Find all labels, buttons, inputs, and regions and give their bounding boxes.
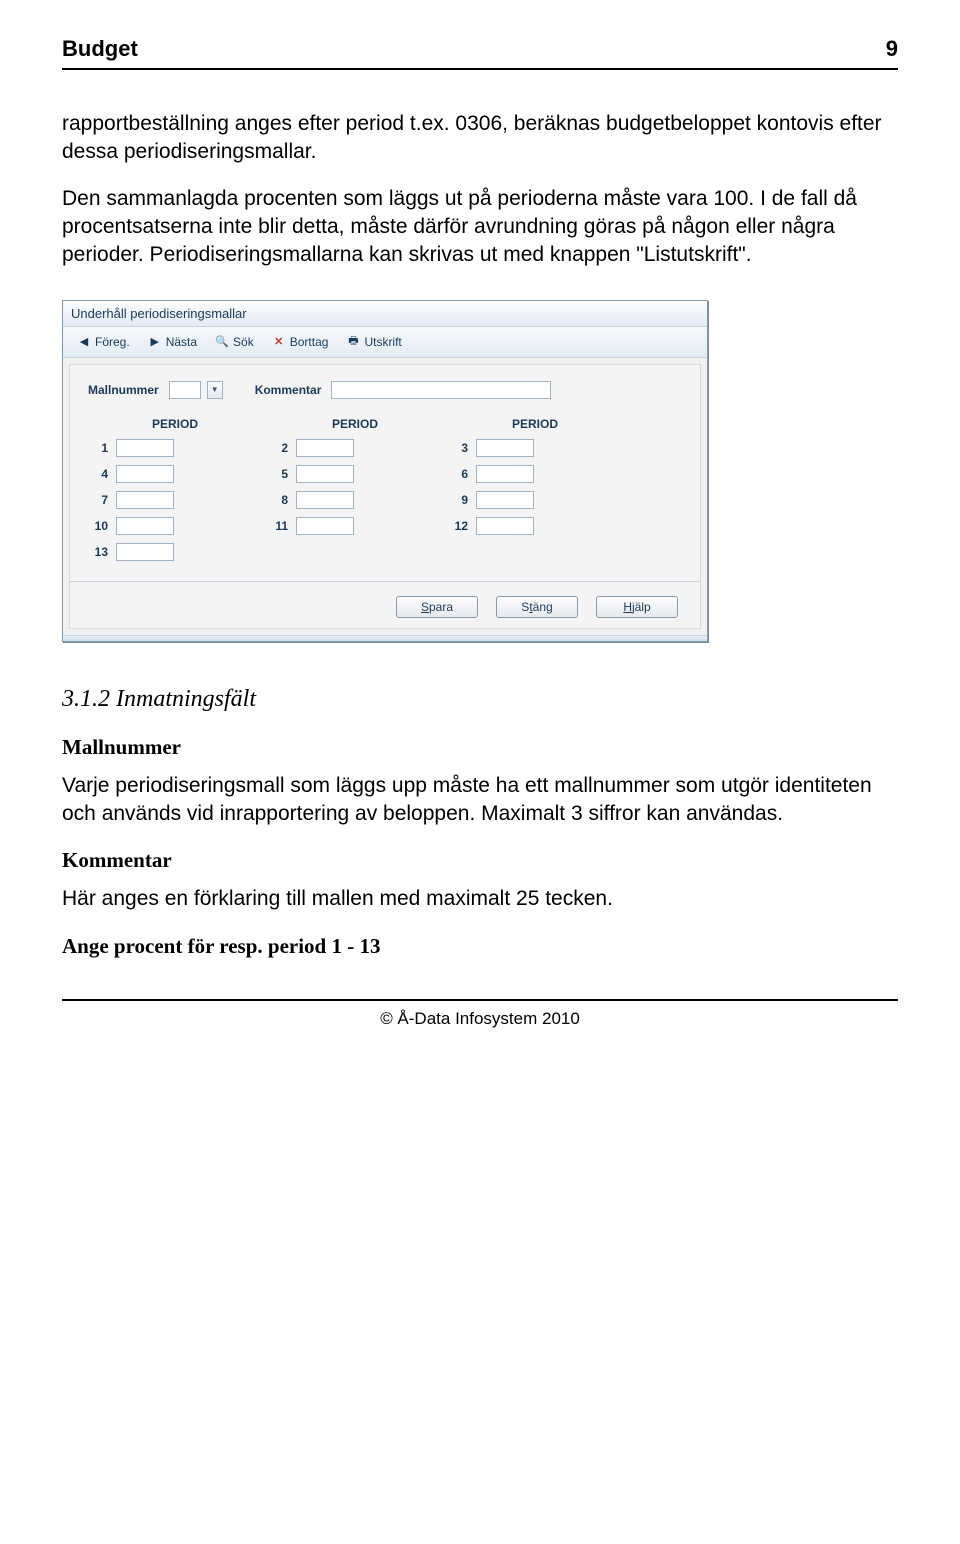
sub3-title: Ange procent för resp. period 1 - 13 [62,934,898,959]
header-title: Budget [62,36,138,62]
paragraph-2: Den sammanlagda procenten som läggs ut p… [62,185,898,270]
period-num-8: 8 [268,493,288,507]
sub1-title: Mallnummer [62,735,898,760]
period-num-9: 9 [448,493,468,507]
help-button[interactable]: Hjälp [596,596,678,618]
period-input-11[interactable] [296,517,354,535]
period-header-1: PERIOD [88,417,238,431]
period-grid: PERIOD PERIOD PERIOD 1 2 3 4 5 6 7 8 9 1… [88,417,682,561]
paragraph-1: rapportbeställning anges efter period t.… [62,110,898,167]
dialog-titlebar: Underhåll periodiseringsmallar [63,301,707,327]
dialog-bottom-border [63,635,707,641]
kommentar-label: Kommentar [255,383,322,397]
delete-x-icon: ✕ [272,335,286,349]
next-button[interactable]: ▶ Nästa [140,331,205,353]
dialog-form: Mallnummer ▼ Kommentar PERIOD PERIOD PER… [69,364,701,629]
period-num-3: 3 [448,441,468,455]
save-rest: para [429,600,453,614]
period-input-8[interactable] [296,491,354,509]
page-number: 9 [886,36,898,62]
delete-button[interactable]: ✕ Borttag [264,331,337,353]
period-num-13: 13 [88,545,108,559]
print-button[interactable]: 🖶 Utskrift [338,331,409,353]
sub1-body: Varje periodiseringsmall som läggs upp m… [62,772,898,829]
close-rest: äng [533,600,553,614]
search-button[interactable]: 🔍 Sök [207,331,262,353]
help-rest: jälp [632,600,651,614]
period-num-7: 7 [88,493,108,507]
body-text: rapportbeställning anges efter period t.… [62,110,898,270]
period-num-2: 2 [268,441,288,455]
mallnummer-label: Mallnummer [88,383,159,397]
period-input-5[interactable] [296,465,354,483]
period-input-6[interactable] [476,465,534,483]
period-header-3: PERIOD [448,417,598,431]
period-input-2[interactable] [296,439,354,457]
kommentar-input[interactable] [331,381,551,399]
period-num-5: 5 [268,467,288,481]
period-input-3[interactable] [476,439,534,457]
mallnummer-input[interactable] [169,381,201,399]
period-input-4[interactable] [116,465,174,483]
arrow-right-icon: ▶ [148,335,162,349]
period-num-12: 12 [448,519,468,533]
period-input-12[interactable] [476,517,534,535]
close-button[interactable]: Stäng [496,596,578,618]
period-num-6: 6 [448,467,468,481]
next-label: Nästa [166,335,197,349]
period-input-9[interactable] [476,491,534,509]
dialog-toolbar: ◀ Föreg. ▶ Nästa 🔍 Sök ✕ Borttag 🖶 Utskr… [63,327,707,358]
period-num-1: 1 [88,441,108,455]
page-footer: © Å-Data Infosystem 2010 [62,999,898,1029]
section-heading: 3.1.2 Inmatningsfält [62,686,898,713]
search-label: Sök [233,335,254,349]
period-input-7[interactable] [116,491,174,509]
period-num-4: 4 [88,467,108,481]
prev-label: Föreg. [95,335,130,349]
printer-icon: 🖶 [346,335,360,349]
prev-button[interactable]: ◀ Föreg. [69,331,138,353]
period-num-10: 10 [88,519,108,533]
page-header: Budget 9 [62,36,898,70]
arrow-left-icon: ◀ [77,335,91,349]
sub2-title: Kommentar [62,848,898,873]
sub2-body: Här anges en förklaring till mallen med … [62,885,898,913]
period-num-11: 11 [268,519,288,533]
delete-label: Borttag [290,335,329,349]
dialog-button-row: Spara Stäng Hjälp [88,596,682,618]
binoculars-icon: 🔍 [215,335,229,349]
period-input-13[interactable] [116,543,174,561]
period-header-2: PERIOD [268,417,418,431]
save-button[interactable]: Spara [396,596,478,618]
mallnummer-dropdown[interactable]: ▼ [207,381,223,399]
dialog-divider [70,581,700,582]
print-label: Utskrift [364,335,401,349]
dialog-window: Underhåll periodiseringsmallar ◀ Föreg. … [62,300,708,642]
period-input-10[interactable] [116,517,174,535]
period-input-1[interactable] [116,439,174,457]
